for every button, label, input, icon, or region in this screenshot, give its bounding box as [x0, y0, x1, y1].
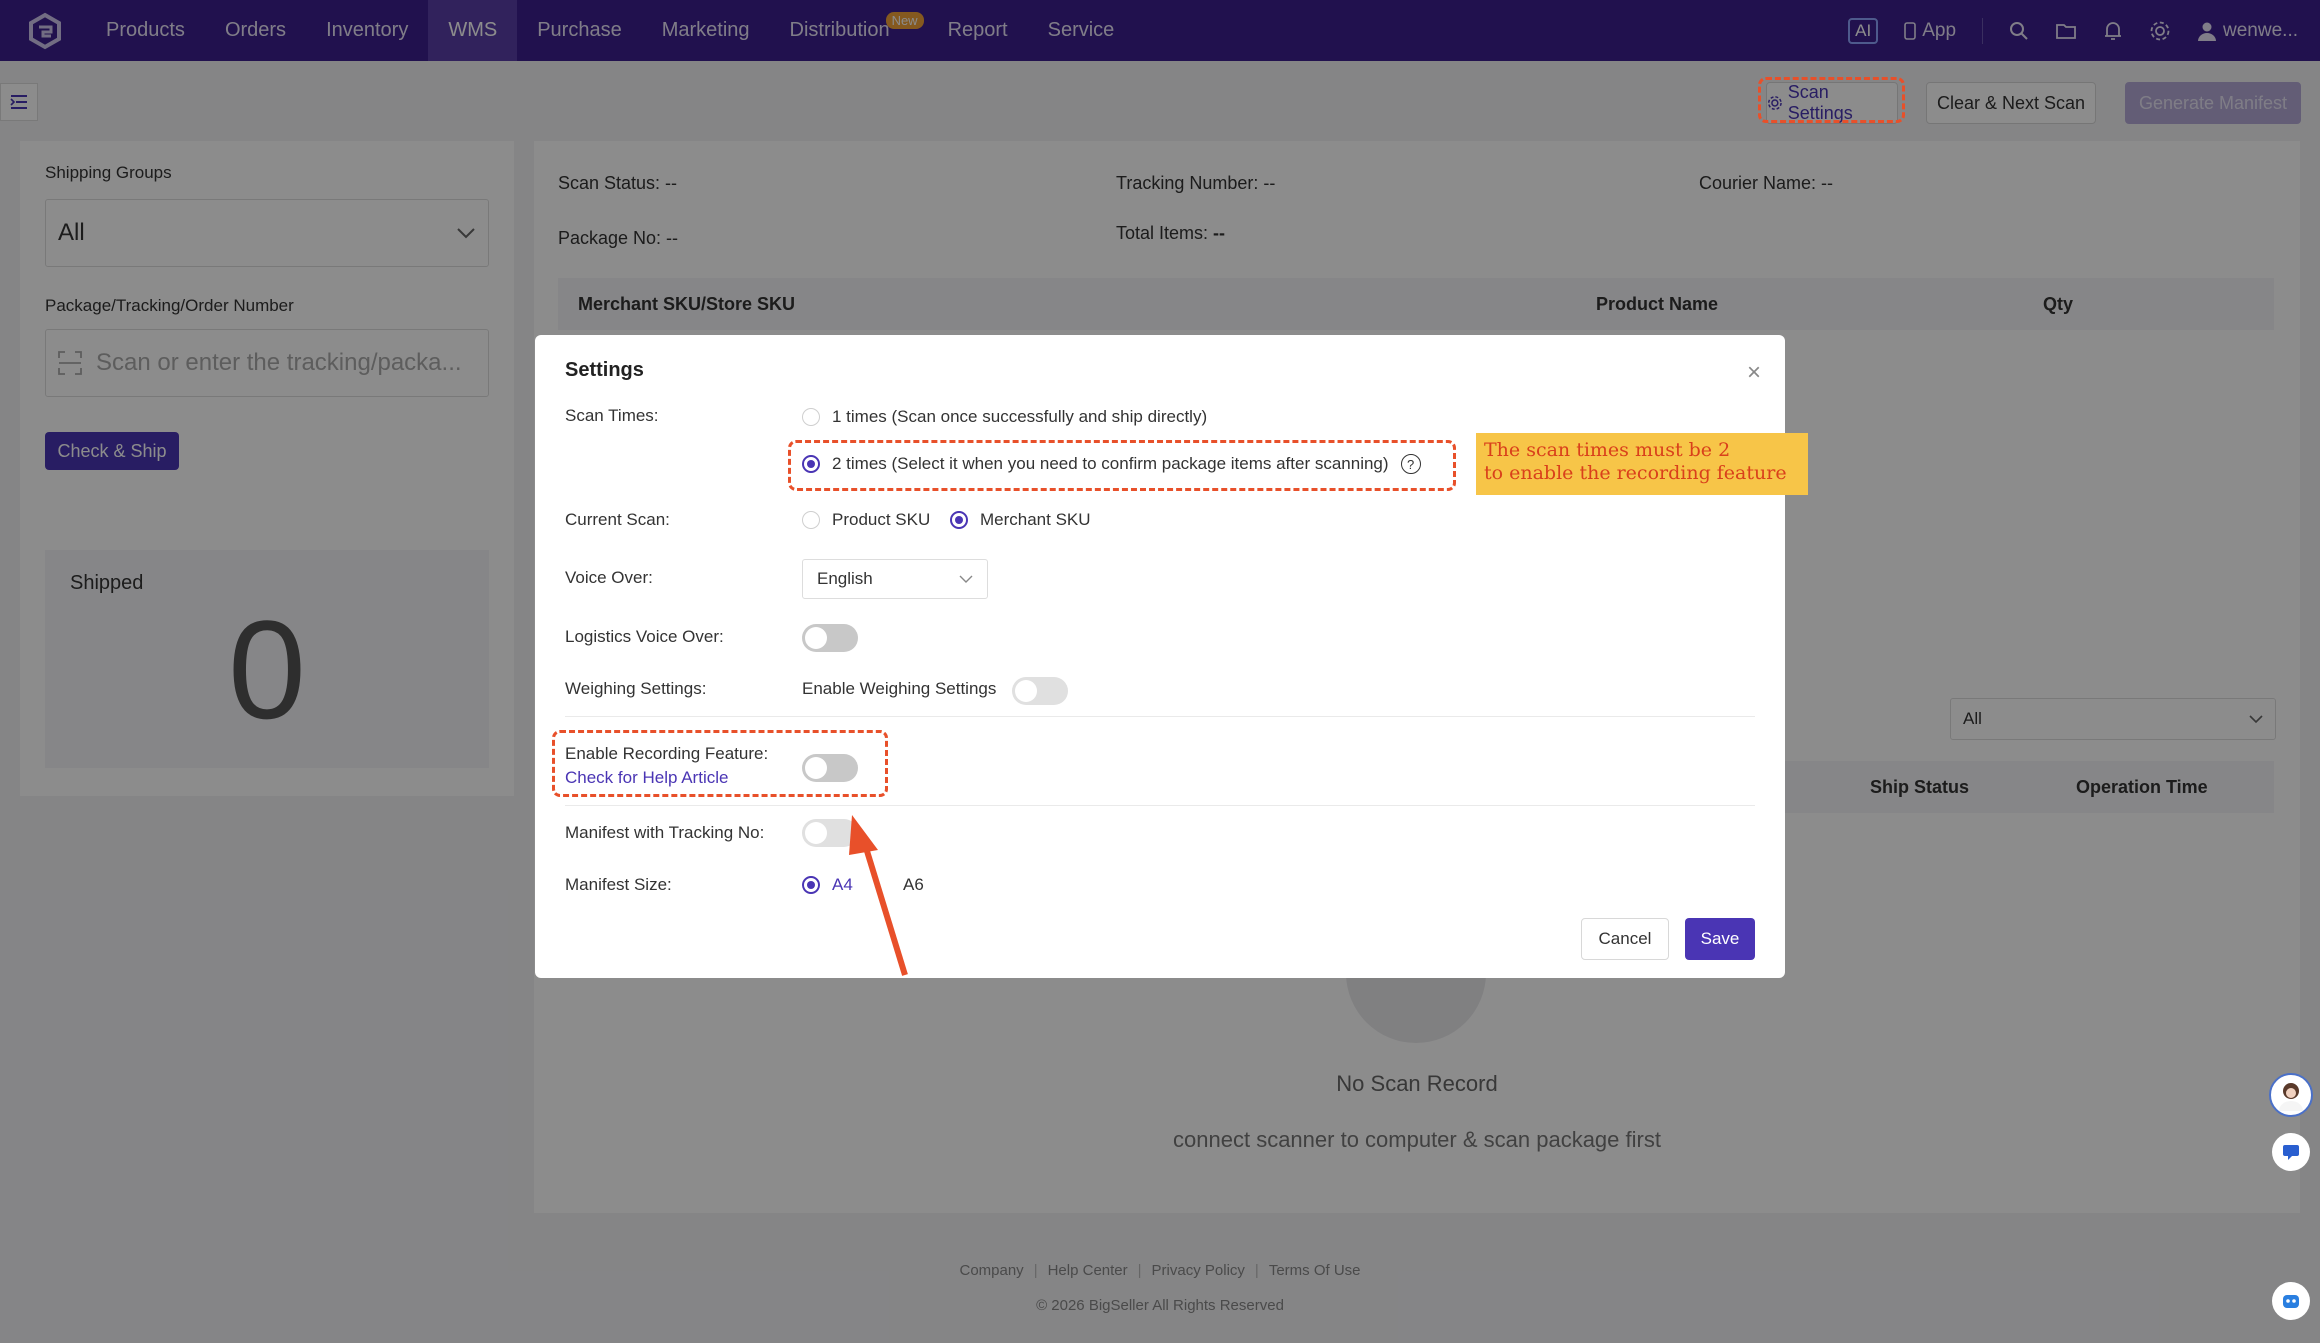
annotation-highlight-recording — [552, 730, 888, 797]
radio-selected-icon — [802, 876, 820, 894]
weighing-toggle-label: Enable Weighing Settings — [802, 679, 997, 698]
callout-line-1: The scan times must be 2 — [1484, 439, 1731, 461]
current-scan-merchant-sku-label: Merchant SKU — [980, 510, 1091, 529]
dialog-title: Settings — [565, 359, 644, 381]
current-scan-product-sku[interactable]: Product SKU — [802, 510, 930, 530]
current-scan-label: Current Scan: — [565, 510, 670, 529]
current-scan-merchant-sku[interactable]: Merchant SKU — [950, 510, 1091, 530]
voice-over-select[interactable]: English — [802, 559, 988, 599]
voice-over-value: English — [817, 569, 873, 588]
annotation-highlight-scan-settings — [1758, 77, 1905, 123]
cancel-button[interactable]: Cancel — [1581, 918, 1669, 960]
callout-line-2: to enable the recording feature — [1484, 462, 1787, 484]
manifest-tracking-toggle[interactable] — [802, 819, 858, 847]
weighing-settings-label: Weighing Settings: — [565, 679, 707, 698]
assistant-bot-icon[interactable] — [2272, 1282, 2310, 1320]
scan-times-option-1-label: 1 times (Scan once successfully and ship… — [832, 407, 1208, 426]
radio-selected-icon — [950, 511, 968, 529]
voice-over-label: Voice Over: — [565, 568, 653, 587]
close-icon[interactable]: × — [1747, 359, 1761, 387]
annotation-highlight-scan-times — [788, 440, 1456, 491]
scan-times-option-1[interactable]: 1 times (Scan once successfully and ship… — [802, 407, 1207, 427]
scan-times-label: Scan Times: — [565, 406, 659, 425]
annotation-callout: The scan times must be 2 to enable the r… — [1476, 433, 1808, 495]
chevron-down-icon — [959, 575, 973, 583]
manifest-size-label: Manifest Size: — [565, 875, 672, 894]
manifest-size-a6[interactable]: A6 — [903, 875, 924, 895]
manifest-size-a4[interactable]: A4 — [802, 875, 853, 895]
support-avatar-icon[interactable] — [2269, 1073, 2313, 1117]
logistics-voice-label: Logistics Voice Over: — [565, 627, 724, 646]
current-scan-product-sku-label: Product SKU — [832, 510, 931, 529]
manifest-size-a4-label: A4 — [832, 875, 853, 894]
save-button[interactable]: Save — [1685, 918, 1755, 960]
manifest-tracking-label: Manifest with Tracking No: — [565, 823, 765, 842]
manifest-size-a6-label: A6 — [903, 875, 924, 894]
radio-icon — [802, 408, 820, 426]
settings-dialog: Settings × Scan Times: 1 times (Scan onc… — [535, 335, 1785, 978]
logistics-voice-toggle[interactable] — [802, 624, 858, 652]
weighing-settings-toggle[interactable] — [1012, 677, 1068, 705]
divider — [565, 805, 1755, 806]
radio-icon — [802, 511, 820, 529]
chat-icon[interactable] — [2272, 1133, 2310, 1171]
divider — [565, 716, 1755, 717]
